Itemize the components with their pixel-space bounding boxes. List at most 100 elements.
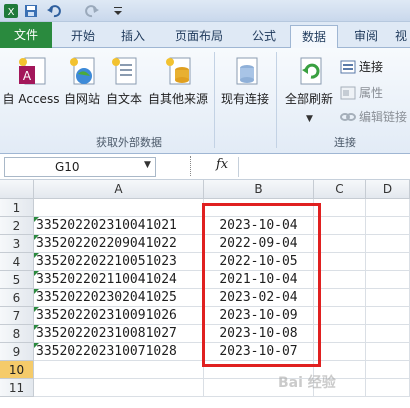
cell-empty[interactable]: [366, 271, 410, 289]
cell-empty[interactable]: [314, 307, 366, 325]
cell-empty[interactable]: [366, 325, 410, 343]
row-header[interactable]: 10: [0, 361, 34, 379]
connections-button[interactable]: 连接: [340, 58, 383, 75]
cell-date[interactable]: 2023-10-08: [204, 325, 314, 343]
row-header[interactable]: 5: [0, 271, 34, 289]
cell-empty[interactable]: [314, 199, 366, 217]
existing-connections-button[interactable]: 现有连接: [218, 56, 272, 107]
cell-date[interactable]: 2023-10-04: [204, 217, 314, 235]
cell-empty[interactable]: [314, 325, 366, 343]
cell-empty[interactable]: [366, 253, 410, 271]
row-header[interactable]: 4: [0, 253, 34, 271]
tab-formulas[interactable]: 公式: [242, 25, 286, 48]
from-text-button[interactable]: 自文本: [104, 56, 144, 107]
row-header[interactable]: 2: [0, 217, 34, 235]
cell-empty[interactable]: [366, 343, 410, 361]
cell-empty[interactable]: [314, 379, 366, 397]
cell-date[interactable]: [204, 361, 314, 379]
cell-id[interactable]: 335202202302041025: [34, 289, 204, 307]
from-access-label: 自 Access: [2, 92, 60, 106]
row-header[interactable]: 8: [0, 325, 34, 343]
from-web-button[interactable]: 自网站: [62, 56, 102, 107]
cell-empty[interactable]: [314, 289, 366, 307]
cell-id[interactable]: 335202202110041024: [34, 271, 204, 289]
cell-id[interactable]: [34, 379, 204, 397]
cell-empty[interactable]: [314, 235, 366, 253]
cell-empty[interactable]: [366, 199, 410, 217]
access-icon: A: [19, 57, 46, 85]
properties-button[interactable]: 属性: [340, 84, 383, 101]
name-box[interactable]: G10: [4, 157, 156, 177]
tab-view[interactable]: 视: [392, 25, 410, 48]
row-header[interactable]: 3: [0, 235, 34, 253]
cell-id[interactable]: 335202202310091026: [34, 307, 204, 325]
other-sources-icon: [166, 57, 191, 85]
name-box-dropdown-icon[interactable]: ▼: [144, 160, 151, 170]
row-header[interactable]: 1: [0, 199, 34, 217]
cell-date[interactable]: [204, 379, 314, 397]
save-icon[interactable]: [24, 3, 38, 19]
column-header[interactable]: B: [204, 180, 314, 199]
edit-links-label: 编辑链接: [359, 110, 408, 124]
tab-review[interactable]: 审阅: [344, 25, 388, 48]
cell-empty[interactable]: [314, 253, 366, 271]
ribbon-separator: [214, 52, 215, 148]
cell-empty[interactable]: [314, 271, 366, 289]
from-access-button[interactable]: A 自 Access: [2, 56, 60, 107]
refresh-all-button[interactable]: 全部刷新: [282, 56, 336, 107]
cell-date[interactable]: 2022-09-04: [204, 235, 314, 253]
tab-page-layout[interactable]: 页面布局: [162, 25, 236, 48]
cell-id[interactable]: 335202202210051023: [34, 253, 204, 271]
fx-icon[interactable]: fx: [216, 157, 228, 172]
refresh-icon: [300, 57, 322, 85]
cell-id[interactable]: [34, 361, 204, 379]
select-all-corner[interactable]: [0, 180, 34, 199]
cell-empty[interactable]: [366, 379, 410, 397]
cell-id[interactable]: 335202202310081027: [34, 325, 204, 343]
from-other-sources-button[interactable]: 自其他来源: [146, 56, 210, 107]
cell-empty[interactable]: [366, 361, 410, 379]
cell-empty[interactable]: [366, 217, 410, 235]
existing-connections-label: 现有连接: [220, 92, 269, 106]
tab-home[interactable]: 开始: [60, 25, 106, 48]
redo-icon[interactable]: [82, 3, 102, 19]
from-web-label: 自网站: [63, 92, 100, 106]
row-header[interactable]: 11: [0, 379, 34, 397]
tab-insert[interactable]: 插入: [110, 25, 156, 48]
cell-empty[interactable]: [314, 217, 366, 235]
row-header[interactable]: 7: [0, 307, 34, 325]
cell-date[interactable]: [204, 199, 314, 217]
formula-bar-splitter[interactable]: [190, 156, 194, 176]
cell-date[interactable]: 2021-10-04: [204, 271, 314, 289]
cell-empty[interactable]: [366, 289, 410, 307]
column-header[interactable]: A: [34, 180, 204, 199]
from-text-label: 自文本: [105, 92, 142, 106]
formula-input[interactable]: [238, 157, 408, 177]
edit-links-button[interactable]: 编辑链接: [340, 108, 407, 125]
tab-data[interactable]: 数据: [290, 25, 338, 49]
undo-icon[interactable]: [46, 3, 66, 19]
row-header[interactable]: 9: [0, 343, 34, 361]
cell-id[interactable]: [34, 199, 204, 217]
cell-id[interactable]: 335202202310041021: [34, 217, 204, 235]
cell-empty[interactable]: [366, 235, 410, 253]
tab-file[interactable]: 文件: [0, 22, 52, 48]
cell-date[interactable]: 2023-10-09: [204, 307, 314, 325]
customize-icon[interactable]: [112, 3, 124, 19]
from-other-label: 自其他来源: [147, 92, 208, 106]
column-header[interactable]: C: [314, 180, 366, 199]
cell-date[interactable]: 2022-10-05: [204, 253, 314, 271]
cell-date[interactable]: 2023-02-04: [204, 289, 314, 307]
row-header[interactable]: 6: [0, 289, 34, 307]
cell-id[interactable]: 335202202209041022: [34, 235, 204, 253]
column-header[interactable]: D: [366, 180, 410, 199]
excel-icon[interactable]: X: [3, 3, 19, 19]
cell-id[interactable]: 335202202310071028: [34, 343, 204, 361]
cell-empty[interactable]: [366, 307, 410, 325]
svg-text:X: X: [8, 7, 15, 18]
cell-empty[interactable]: [314, 361, 366, 379]
cell-date[interactable]: 2023-10-07: [204, 343, 314, 361]
connections-icon: [340, 60, 356, 73]
refresh-dropdown-icon[interactable]: ▼: [306, 114, 313, 124]
cell-empty[interactable]: [314, 343, 366, 361]
